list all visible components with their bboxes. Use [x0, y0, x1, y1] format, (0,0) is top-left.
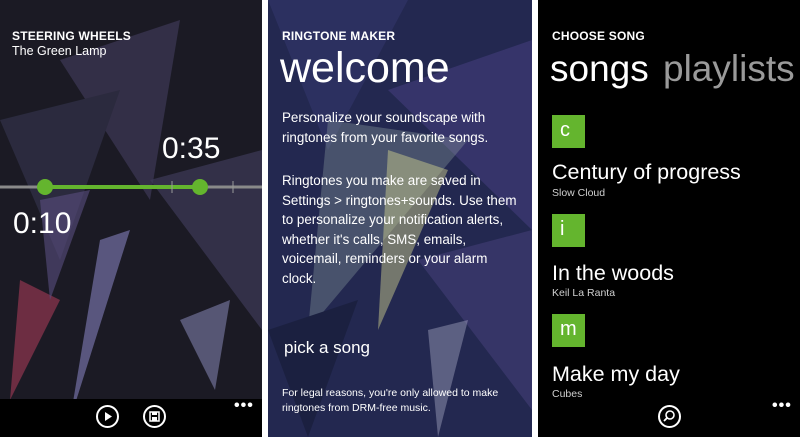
intro-text: Personalize your soundscape with rington… [282, 110, 489, 145]
page-header: CHOOSE SONG [552, 29, 645, 43]
start-time-label: 0:10 [13, 207, 72, 240]
more-options-button[interactable]: ••• [234, 397, 254, 415]
artist-subtitle: The Green Lamp [12, 44, 107, 58]
legal-notice: For legal reasons, you're only allowed t… [282, 387, 499, 414]
choose-song-screen: CHOOSE SONG songs playlists c Century of… [538, 0, 800, 437]
song-title[interactable]: Make my day [552, 362, 680, 387]
song-artist: Slow Cloud [552, 187, 606, 199]
app-title: RINGTONE MAKER [282, 29, 396, 43]
application-bar: ••• [538, 397, 800, 437]
jump-letter-tile[interactable]: i [552, 214, 585, 247]
jump-letter-tile[interactable]: m [552, 314, 585, 347]
pick-song-button[interactable]: pick a song [284, 338, 370, 358]
save-icon [149, 411, 160, 422]
song-header: STEERING WHEELS [12, 29, 132, 43]
more-options-button[interactable]: ••• [772, 397, 792, 415]
search-button[interactable] [658, 405, 681, 428]
song-title[interactable]: In the woods [552, 261, 674, 286]
info-text: Ringtones you make are saved in Settings… [282, 173, 517, 286]
song-title[interactable]: Century of progress [552, 160, 741, 185]
end-time-label: 0:35 [162, 132, 221, 165]
play-icon [105, 412, 112, 421]
play-button[interactable] [96, 405, 119, 428]
ringtone-welcome-screen: RINGTONE MAKER welcome Personalize your … [268, 0, 532, 437]
tab-songs[interactable]: songs [550, 48, 649, 90]
page-title: welcome [280, 44, 450, 92]
ringtone-trim-screen: STEERING WHEELS The Green Lamp 0:35 0:10… [0, 0, 262, 437]
tab-playlists[interactable]: playlists [663, 48, 795, 90]
song-artist: Keil La Ranta [552, 287, 616, 299]
jump-letter-tile[interactable]: c [552, 115, 585, 148]
application-bar: ••• [0, 397, 262, 437]
save-button[interactable] [143, 405, 166, 428]
search-icon [663, 410, 675, 422]
